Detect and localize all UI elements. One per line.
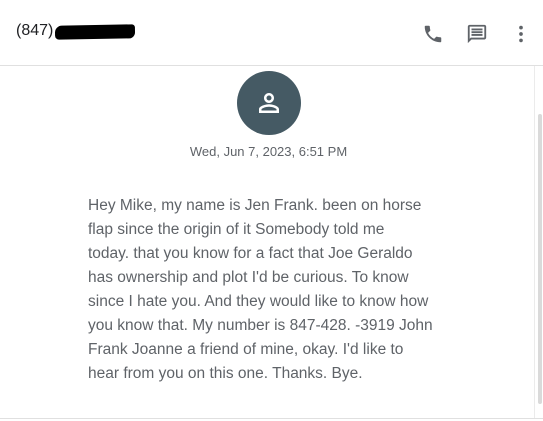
voicemail-transcript: Hey Mike, my name is Jen Frank. been on … bbox=[88, 197, 433, 382]
phone-number-text: (847) bbox=[16, 22, 54, 39]
conversation-header: (847) bbox=[0, 0, 543, 66]
redaction-mark bbox=[55, 24, 136, 40]
contact-avatar bbox=[237, 71, 301, 135]
contact-phone-number: (847) bbox=[16, 22, 136, 40]
message-button[interactable] bbox=[455, 18, 499, 50]
scrollbar-thumb[interactable] bbox=[538, 114, 542, 404]
voicemail-app: (847) Wed, Jun 7, 2023, 6:51 PM Hey Mike… bbox=[0, 0, 543, 421]
call-button[interactable] bbox=[411, 18, 455, 50]
voicemail-timestamp: Wed, Jun 7, 2023, 6:51 PM bbox=[189, 144, 348, 159]
phone-icon bbox=[424, 25, 442, 43]
person-icon bbox=[259, 93, 279, 113]
bottom-divider bbox=[0, 418, 543, 419]
voicemail-detail: Wed, Jun 7, 2023, 6:51 PM Hey Mike, my n… bbox=[0, 66, 543, 418]
more-vert-icon bbox=[519, 25, 523, 43]
message-icon bbox=[467, 24, 487, 44]
more-options-button[interactable] bbox=[499, 18, 543, 50]
header-actions bbox=[411, 18, 543, 50]
scrollbar-track[interactable] bbox=[534, 66, 543, 418]
